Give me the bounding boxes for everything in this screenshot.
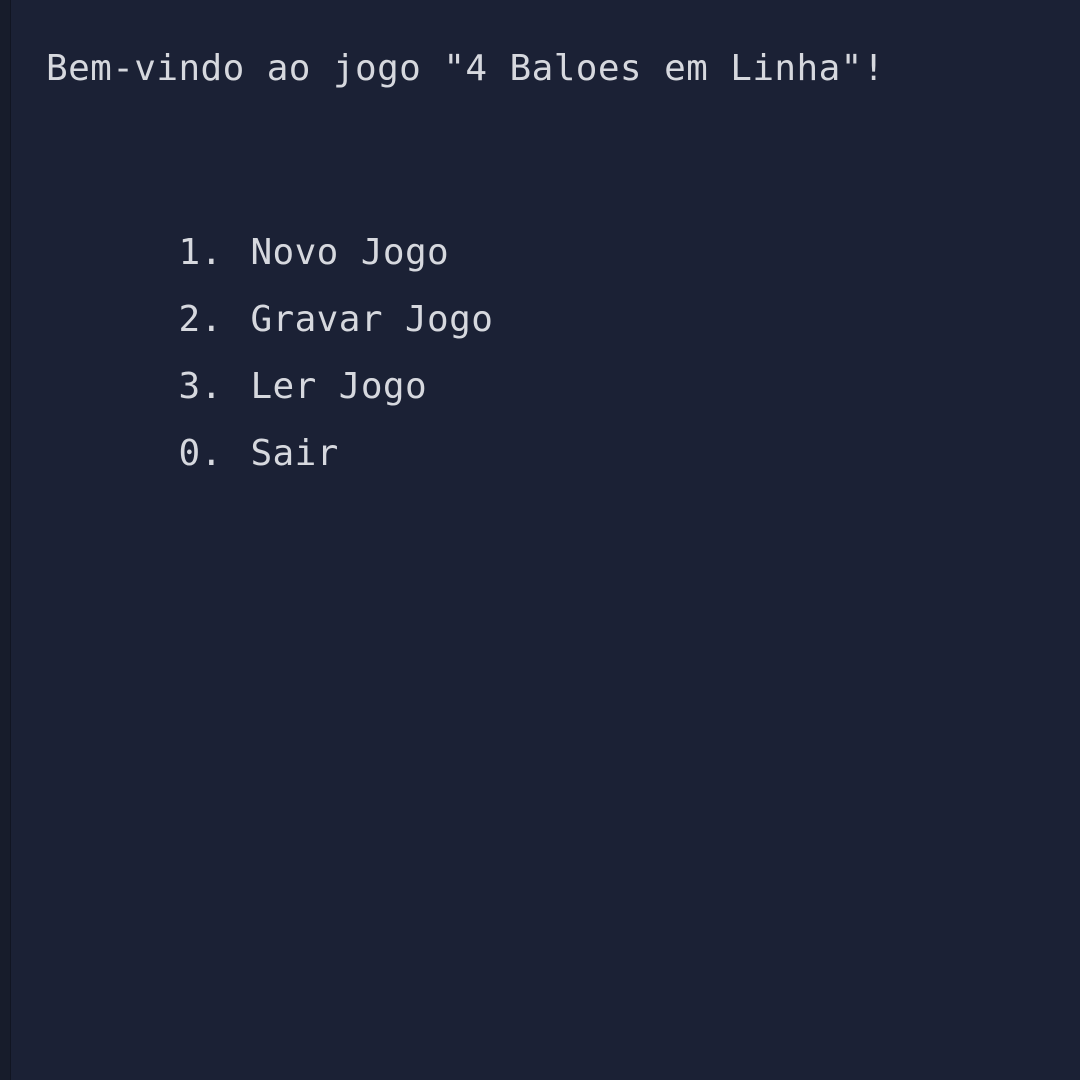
console-output-panel: Bem-vindo ao jogo "4 Baloes em Linha"! 1… bbox=[0, 0, 1080, 1080]
menu-item-label: Ler Jogo bbox=[250, 366, 428, 407]
console-left-gutter bbox=[0, 0, 11, 1080]
console-output-text: Bem-vindo ao jogo "4 Baloes em Linha"! 1… bbox=[46, 44, 885, 474]
menu-item-label: Gravar Jogo bbox=[250, 299, 494, 340]
menu-item-label: Novo Jogo bbox=[250, 232, 450, 273]
menu-item-new-game: 1. Novo Jogo bbox=[46, 178, 885, 273]
menu-item-number: 1. bbox=[178, 232, 223, 273]
menu-item-label: Sair bbox=[250, 433, 339, 474]
menu-item-number: 0. bbox=[178, 433, 223, 474]
menu-item-number: 2. bbox=[178, 299, 223, 340]
menu-item-number: 3. bbox=[178, 366, 223, 407]
welcome-message: Bem-vindo ao jogo "4 Baloes em Linha"! bbox=[46, 48, 885, 89]
